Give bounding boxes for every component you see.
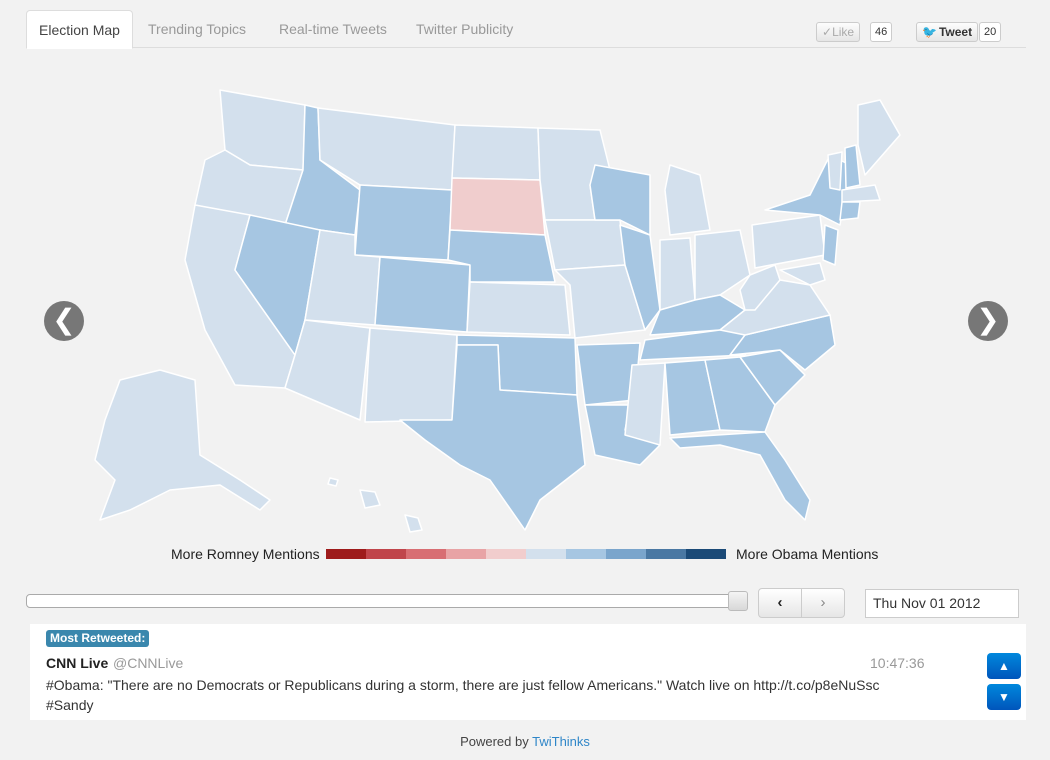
legend-obama-label: More Obama Mentions <box>736 546 879 562</box>
chevron-down-icon: ▼ <box>998 690 1010 704</box>
date-pager: ‹ › <box>758 588 845 618</box>
tweet-author[interactable]: CNN Live <box>46 655 108 671</box>
most-retweeted-badge: Most Retweeted: <box>46 630 150 647</box>
state-colorado[interactable] <box>374 256 471 333</box>
footer-prefix: Powered by <box>460 734 529 749</box>
tweet-text-line: #Sandy <box>46 697 94 713</box>
footer: Powered by TwiThinks <box>0 734 1050 749</box>
us-election-map <box>20 60 1030 540</box>
tab-twitter-publicity[interactable]: Twitter Publicity <box>404 10 525 48</box>
twithinks-link[interactable]: TwiThinks <box>532 734 590 749</box>
state-hawaii[interactable] <box>327 477 423 533</box>
tweet-count: 20 <box>979 22 1002 42</box>
tab-realtime-tweets[interactable]: Real-time Tweets <box>267 10 399 48</box>
next-date-button[interactable]: › <box>802 589 844 617</box>
map-next-button[interactable]: ❯ <box>968 301 1008 341</box>
legend-romney-label: More Romney Mentions <box>171 546 320 562</box>
date-field[interactable]: Thu Nov 01 2012 <box>865 589 1019 618</box>
state-indiana[interactable] <box>659 237 696 311</box>
state-michigan[interactable] <box>664 164 711 236</box>
prev-date-button[interactable]: ‹ <box>759 589 802 617</box>
chevron-right-icon: ❯ <box>976 303 1000 336</box>
tweet-label: Tweet <box>938 25 973 39</box>
timeline-slider[interactable] <box>26 594 746 608</box>
twitter-bird-icon: 🐦 <box>922 25 937 39</box>
legend-swatch <box>366 549 406 559</box>
timeline-slider-handle[interactable] <box>728 591 748 611</box>
like-label: Like <box>832 25 855 39</box>
state-wyoming[interactable] <box>354 184 453 261</box>
map-legend: More Romney Mentions More Obama Mentions <box>0 544 1050 564</box>
legend-swatch <box>566 549 606 559</box>
legend-swatch <box>646 549 686 559</box>
map-prev-button[interactable]: ❮ <box>44 301 84 341</box>
chevron-right-icon: › <box>820 594 826 611</box>
state-vermont[interactable] <box>827 151 843 191</box>
state-new-hampshire[interactable] <box>844 144 861 189</box>
tweet-button[interactable]: 🐦 Tweet <box>916 22 979 42</box>
legend-swatch <box>326 549 366 559</box>
state-connecticut[interactable] <box>839 201 861 221</box>
state-mississippi[interactable] <box>624 362 666 446</box>
tweet-handle[interactable]: @CNNLive <box>113 655 183 671</box>
state-iowa[interactable] <box>544 219 626 271</box>
legend-color-scale <box>326 549 726 559</box>
state-maine[interactable] <box>857 99 901 176</box>
state-south-dakota[interactable] <box>449 177 546 236</box>
chevron-up-icon: ▲ <box>998 659 1010 673</box>
like-count: 46 <box>870 22 893 42</box>
state-kansas[interactable] <box>466 281 571 336</box>
tab-election-map[interactable]: Election Map <box>26 10 133 49</box>
tweet-text: #Obama: "There are no Democrats or Repub… <box>46 675 906 715</box>
chevron-left-icon: ‹ <box>777 594 783 611</box>
like-button[interactable]: ✓Like <box>816 22 861 42</box>
tweet-up-button[interactable]: ▲ <box>987 653 1021 679</box>
tweet-down-button[interactable]: ▼ <box>987 684 1021 710</box>
legend-swatch <box>446 549 486 559</box>
tweet-panel: Most Retweeted: CNN Live @CNNLive 10:47:… <box>30 624 1026 720</box>
tweet-time: 10:47:36 <box>870 655 925 671</box>
state-pennsylvania[interactable] <box>751 214 826 269</box>
state-north-dakota[interactable] <box>451 124 541 181</box>
legend-swatch <box>606 549 646 559</box>
tab-trending-topics[interactable]: Trending Topics <box>136 10 258 48</box>
legend-swatch <box>406 549 446 559</box>
state-new-jersey[interactable] <box>822 224 839 266</box>
map-svg <box>94 89 901 533</box>
state-florida[interactable] <box>669 431 811 521</box>
state-alaska[interactable] <box>94 369 271 521</box>
check-icon: ✓ <box>822 25 833 39</box>
legend-swatch <box>526 549 566 559</box>
state-new-mexico[interactable] <box>364 327 458 423</box>
legend-swatch <box>486 549 526 559</box>
chevron-left-icon: ❮ <box>52 303 76 336</box>
tweet-text-line: #Obama: "There are no Democrats or Repub… <box>46 677 880 693</box>
legend-swatch <box>686 549 726 559</box>
